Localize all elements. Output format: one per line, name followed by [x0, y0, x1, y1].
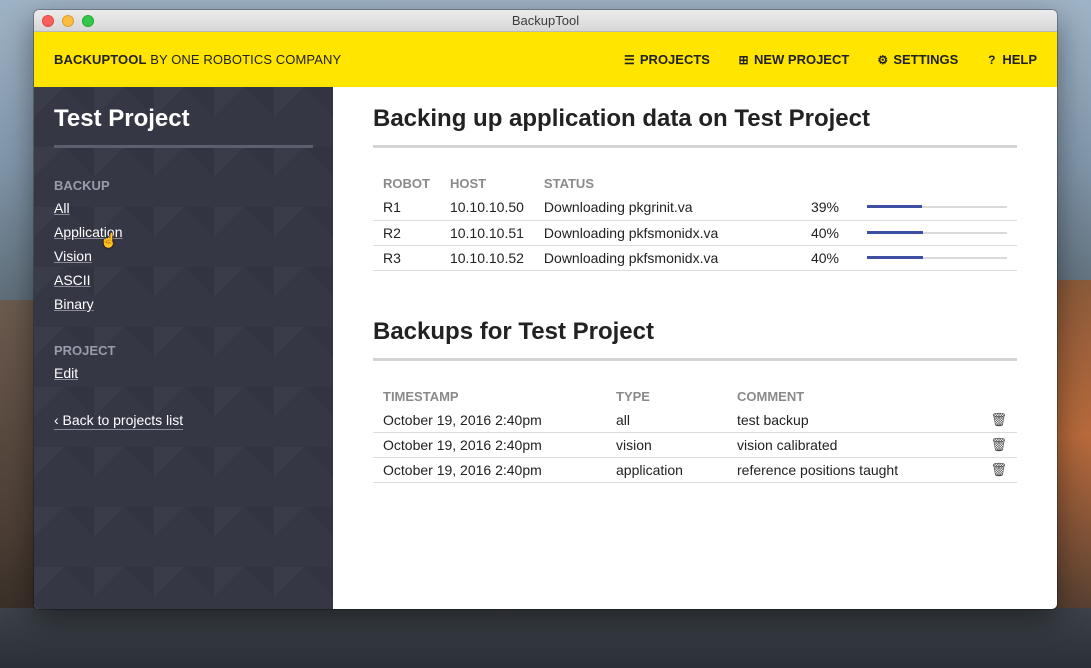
window-maximize-button[interactable] — [82, 15, 94, 27]
sidebar-project-title: Test Project — [54, 105, 313, 148]
column-actions — [977, 389, 1017, 408]
sidebar-link-vision[interactable]: Vision — [54, 248, 313, 265]
list-icon: ☰ — [624, 52, 635, 67]
delete-backup-button[interactable]: 🗑 — [977, 432, 1017, 458]
progress-bar — [867, 230, 1007, 234]
brand-name: BACKUPTOOL — [54, 52, 147, 67]
trash-icon: 🗑 — [990, 437, 1007, 452]
column-percent — [797, 176, 857, 195]
window-minimize-button[interactable] — [62, 15, 74, 27]
type-cell: vision — [606, 432, 727, 458]
main-nav: ☰ PROJECTS ⊞ NEW PROJECT ⚙ SETTINGS ? HE… — [623, 52, 1037, 67]
nav-help-label: HELP — [1002, 52, 1037, 67]
column-host: HOST — [449, 176, 487, 191]
column-timestamp: TIMESTAMP — [383, 388, 459, 404]
question-circle-icon: ? — [988, 52, 996, 67]
delete-backup-button[interactable]: 🗑 — [977, 457, 1017, 483]
sidebar-link-application[interactable]: Application — [54, 224, 313, 241]
app-window: BackupTool BACKUPTOOL BY ONE ROBOTICS CO… — [34, 10, 1057, 609]
content-panel: Backing up application data on Test Proj… — [333, 87, 1057, 609]
timestamp-cell: October 19, 2016 2:40pm — [373, 457, 606, 483]
column-type: TYPE — [616, 388, 650, 404]
host-cell: 10.10.10.52 — [439, 245, 534, 271]
status-cell: Downloading pkgrinit.va — [533, 195, 797, 221]
robot-cell: R3 — [373, 245, 440, 271]
status-cell: Downloading pkfsmonidx.va — [533, 245, 797, 271]
trash-icon: 🗑 — [990, 462, 1007, 477]
backups-table: TIMESTAMP TYPE COMMENT October 19, 2016 … — [373, 389, 1017, 483]
progress-bar-fill — [867, 205, 922, 209]
window-close-button[interactable] — [42, 15, 54, 27]
nav-settings[interactable]: ⚙ SETTINGS — [876, 52, 958, 67]
table-row: R2 10.10.10.51 Downloading pkfsmonidx.va… — [373, 220, 1017, 246]
top-navigation-bar: BACKUPTOOL BY ONE ROBOTICS COMPANY ☰ PRO… — [34, 32, 1057, 87]
backups-table-header: TIMESTAMP TYPE COMMENT — [373, 389, 1017, 408]
timestamp-cell: October 19, 2016 2:40pm — [373, 407, 606, 433]
column-progress — [857, 176, 1017, 195]
sidebar-link-edit[interactable]: Edit — [54, 365, 313, 382]
progress-cell — [857, 195, 1017, 221]
progress-bar-fill — [867, 230, 923, 234]
window-titlebar: BackupTool — [34, 10, 1057, 32]
progress-table: ROBOT HOST STATUS R1 10.10.10.50 Downloa… — [373, 176, 1017, 271]
timestamp-cell: October 19, 2016 2:40pm — [373, 432, 606, 458]
nav-new-project-label: NEW PROJECT — [753, 52, 850, 67]
delete-backup-button[interactable]: 🗑 — [977, 407, 1017, 433]
table-row: October 19, 2016 2:40pm vision vision ca… — [373, 432, 1017, 458]
host-cell: 10.10.10.50 — [439, 195, 534, 221]
window-title: BackupTool — [511, 13, 580, 28]
plus-square-icon: ⊞ — [738, 52, 749, 67]
progress-bar-fill — [867, 255, 923, 259]
type-cell: all — [606, 407, 727, 433]
robot-cell: R1 — [373, 195, 440, 221]
nav-new-project[interactable]: ⊞ NEW PROJECT — [737, 52, 849, 67]
nav-help[interactable]: ? HELP — [985, 52, 1037, 67]
column-robot: ROBOT — [383, 176, 430, 191]
mouse-pointer-icon: ☝ — [100, 232, 118, 248]
percent-cell: 40% — [797, 220, 857, 246]
progress-bar — [867, 205, 1007, 209]
robot-cell: R2 — [373, 220, 440, 246]
sidebar-project-group: PROJECT Edit — [54, 343, 313, 382]
sidebar-backup-heading: BACKUP — [54, 178, 110, 193]
brand-tagline: BY ONE ROBOTICS COMPANY — [146, 52, 342, 67]
back-to-projects-link[interactable]: ‹ Back to projects list — [54, 412, 184, 430]
column-comment: COMMENT — [737, 388, 805, 404]
comment-cell: vision calibrated — [727, 432, 977, 458]
nav-settings-label: SETTINGS — [893, 52, 959, 67]
backups-section-title: Backups for Test Project — [373, 318, 1017, 361]
nav-projects[interactable]: ☰ PROJECTS — [623, 52, 710, 67]
progress-bar — [867, 255, 1007, 259]
column-status: STATUS — [543, 176, 594, 191]
main-area: Test Project BACKUP All Application Visi… — [34, 87, 1057, 609]
gear-icon: ⚙ — [877, 52, 889, 67]
sidebar-link-binary[interactable]: Binary — [54, 296, 313, 313]
table-row: October 19, 2016 2:40pm all test backup … — [373, 407, 1017, 433]
host-cell: 10.10.10.51 — [439, 220, 534, 246]
table-row: October 19, 2016 2:40pm application refe… — [373, 457, 1017, 483]
desktop-background-bottom — [0, 608, 1091, 668]
sidebar-link-ascii[interactable]: ASCII — [54, 272, 313, 289]
percent-cell: 40% — [797, 245, 857, 271]
nav-projects-label: PROJECTS — [639, 52, 710, 67]
progress-table-header: ROBOT HOST STATUS — [373, 176, 1017, 195]
progress-section-title: Backing up application data on Test Proj… — [373, 105, 1017, 148]
progress-cell — [857, 245, 1017, 271]
brand: BACKUPTOOL BY ONE ROBOTICS COMPANY — [54, 52, 341, 67]
trash-icon: 🗑 — [990, 411, 1007, 427]
table-row: R1 10.10.10.50 Downloading pkgrinit.va 3… — [373, 195, 1017, 221]
sidebar-link-all[interactable]: All — [54, 200, 313, 217]
comment-cell: reference positions taught — [727, 457, 977, 483]
sidebar: Test Project BACKUP All Application Visi… — [34, 87, 333, 609]
sidebar-backup-group: BACKUP All Application Vision ASCII Bina… — [54, 178, 313, 313]
comment-cell: test backup — [727, 407, 977, 433]
progress-cell — [857, 220, 1017, 246]
sidebar-project-heading: PROJECT — [54, 343, 116, 358]
status-cell: Downloading pkfsmonidx.va — [533, 220, 797, 246]
type-cell: application — [606, 457, 727, 483]
percent-cell: 39% — [797, 195, 857, 221]
table-row: R3 10.10.10.52 Downloading pkfsmonidx.va… — [373, 245, 1017, 271]
